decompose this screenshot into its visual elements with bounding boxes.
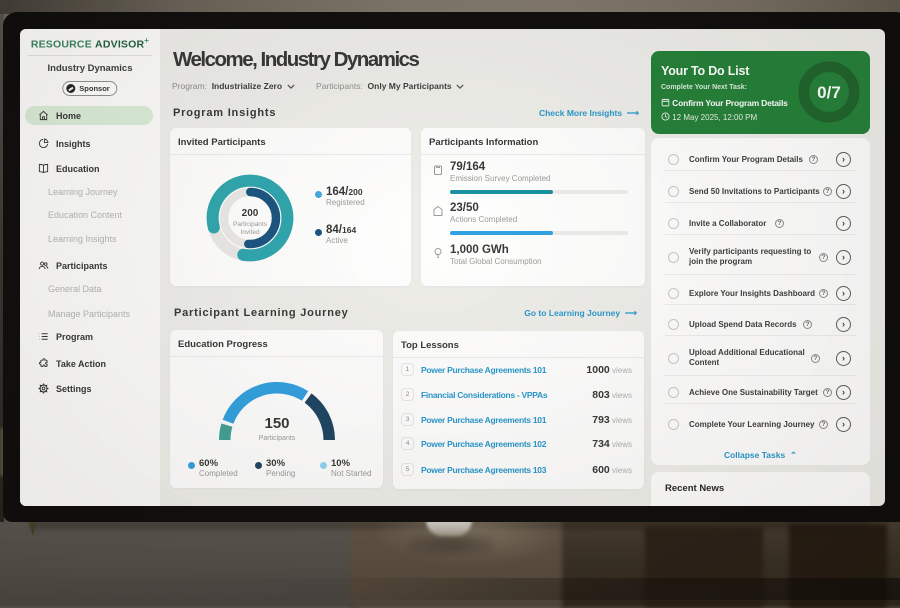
svg-text:Participants: Participants	[259, 435, 296, 442]
svg-text:200: 200	[242, 208, 259, 219]
svg-text:0/7: 0/7	[817, 83, 841, 102]
svg-text:Participants: Participants	[233, 221, 268, 228]
svg-text:Invited: Invited	[240, 229, 260, 236]
svg-text:150: 150	[264, 415, 289, 432]
